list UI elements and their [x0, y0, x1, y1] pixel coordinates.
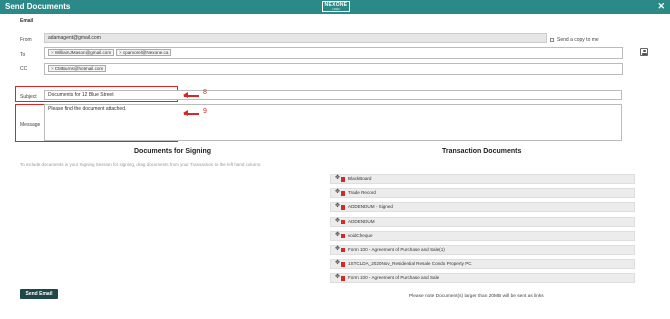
send-copy-checkbox[interactable]: [550, 38, 554, 42]
document-name: BlackBoard: [348, 176, 372, 181]
recipient-chip[interactable]: ×WilliamJMason@gmail.com: [48, 49, 115, 56]
remove-icon[interactable]: ×: [51, 66, 54, 71]
move-icon[interactable]: ✥: [335, 232, 340, 239]
annotation-number-9: 9: [203, 108, 207, 115]
recipient-email: WilliamJMason@gmail.com: [54, 50, 112, 55]
document-row[interactable]: ✥ voidCheque: [330, 230, 635, 241]
to-field[interactable]: ×WilliamJMason@gmail.com ×cpamorel@Nexone…: [44, 47, 623, 59]
subject-value: Documents for 12 Blue Street: [48, 92, 114, 98]
move-icon[interactable]: ✥: [335, 175, 340, 182]
recipient-email: cpamorel@Nexone.ca: [122, 50, 169, 55]
message-label: Message: [20, 122, 41, 128]
close-icon[interactable]: ✕: [657, 1, 665, 12]
send-copy-label: Send a copy to me: [557, 37, 599, 43]
document-row[interactable]: ✥ BlackBoard: [330, 174, 635, 184]
remove-icon[interactable]: ×: [119, 50, 122, 55]
document-row[interactable]: ✥ ADDENDUM: [330, 216, 635, 227]
document-name: Form 100 - Agreement of Purchase and Sal…: [348, 275, 440, 281]
document-row[interactable]: ✥ ADDENDUM - Signed: [330, 202, 635, 213]
pdf-icon: [341, 262, 345, 267]
send-email-button[interactable]: Send Email: [20, 289, 58, 299]
subject-input[interactable]: Documents for 12 Blue Street: [44, 90, 622, 100]
to-label: To: [20, 52, 26, 58]
pdf-icon: [341, 219, 345, 225]
message-textarea[interactable]: Please find the document attached.: [44, 104, 622, 141]
document-row[interactable]: ✥ Form 100 - Agreement of Purchase and Sa…: [330, 244, 635, 255]
document-name: Trade Record: [348, 190, 376, 196]
document-name: voidCheque: [348, 232, 373, 238]
pdf-icon: [341, 191, 345, 196]
document-name: 1STCLDA_2020Nov_Residential Resale Condo…: [348, 261, 472, 267]
pdf-icon: [341, 205, 345, 210]
pdf-icon: [341, 177, 345, 182]
subject-label: Subject: [20, 94, 37, 100]
message-value: Please find the document attached.: [48, 106, 127, 112]
document-name: Form 100 - Agreement of Purchase and Sal…: [348, 246, 445, 252]
recipient-email: CMBurns@hotmail.com: [54, 66, 104, 71]
signing-hint: To include documents in your Signing Ses…: [20, 162, 262, 167]
email-section-label: Email: [20, 18, 34, 24]
move-icon[interactable]: ✥: [335, 189, 340, 196]
cc-label: CC: [20, 66, 28, 72]
contacts-icon[interactable]: [640, 48, 648, 56]
move-icon[interactable]: ✥: [335, 260, 340, 267]
pdf-icon: [341, 233, 345, 239]
transaction-documents-list: ✥ BlackBoard ✥ Trade Record ✥ ADDENDUM - Si…: [330, 174, 635, 288]
document-name: ADDENDUM - Signed: [348, 204, 393, 210]
arrow-icon: [183, 110, 199, 116]
cc-field[interactable]: ×CMBurns@hotmail.com: [44, 63, 623, 75]
documents-for-signing-heading: Documents for Signing: [134, 148, 211, 155]
move-icon[interactable]: ✥: [335, 203, 340, 210]
move-icon[interactable]: ✥: [335, 246, 340, 253]
recipient-chip[interactable]: ×CMBurns@hotmail.com: [48, 65, 107, 72]
nexone-logo: NEXONE LOGO: [322, 1, 350, 12]
size-note: Please note Document(s) larger than 20MB…: [409, 294, 544, 299]
move-icon[interactable]: ✥: [335, 218, 340, 225]
from-field: adamagent@gmail.com: [44, 33, 547, 43]
from-value: adamagent@gmail.com: [48, 35, 101, 41]
document-row[interactable]: ✥ Trade Record: [330, 188, 635, 199]
document-row[interactable]: ✥ 1STCLDA_2020Nov_Residential Resale Cond…: [330, 259, 635, 270]
annotation-number-8: 8: [203, 89, 207, 96]
pdf-icon: [341, 276, 345, 281]
document-row[interactable]: ✥ Form 100 - Agreement of Purchase and Sa…: [330, 273, 635, 284]
move-icon[interactable]: ✥: [335, 274, 340, 281]
transaction-documents-heading: Transaction Documents: [442, 148, 522, 155]
from-label: From: [20, 37, 32, 43]
remove-icon[interactable]: ×: [51, 50, 54, 55]
dialog-title: Send Documents: [5, 2, 71, 11]
document-name: ADDENDUM: [348, 218, 375, 224]
title-bar: Send Documents NEXONE LOGO ✕: [0, 0, 670, 14]
arrow-icon: [183, 92, 199, 98]
logo-sub: LOGO: [332, 8, 340, 11]
pdf-icon: [341, 247, 345, 253]
recipient-chip[interactable]: ×cpamorel@Nexone.ca: [116, 49, 172, 56]
